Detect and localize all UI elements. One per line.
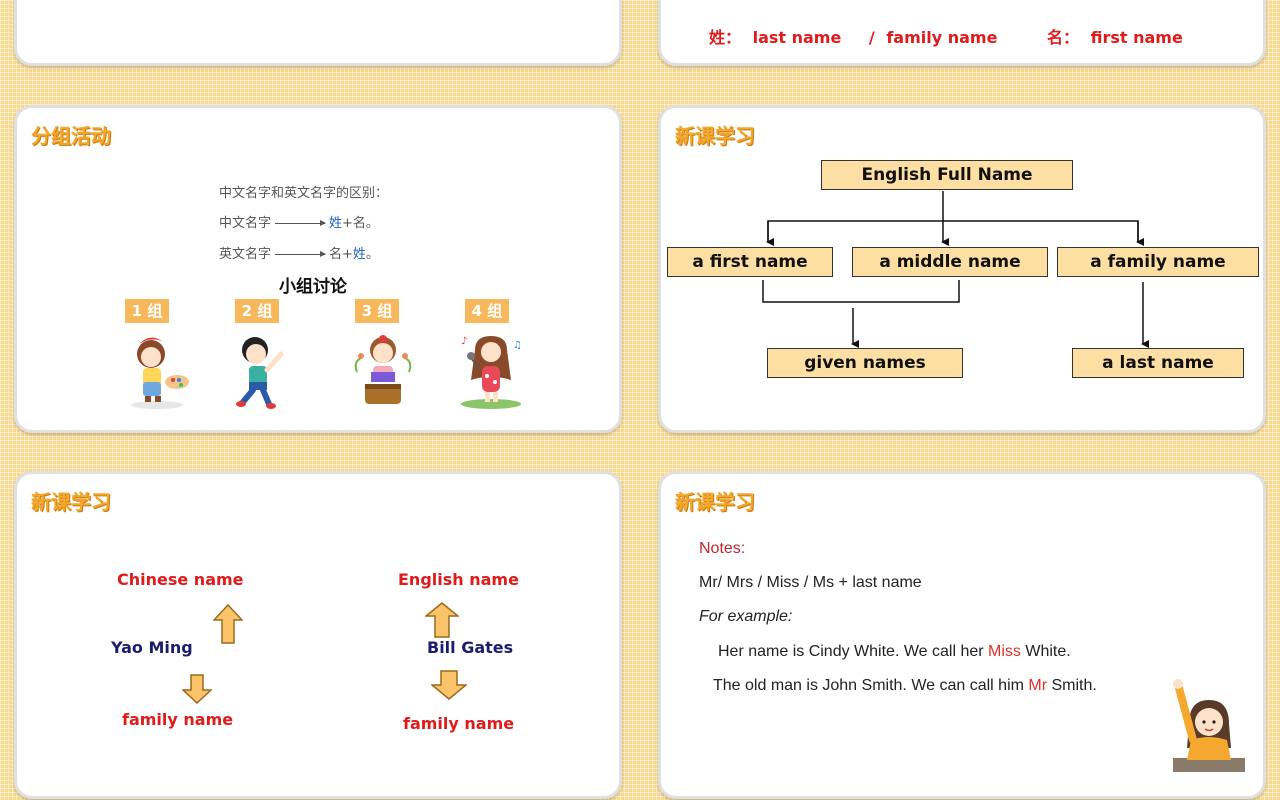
box-given-names: given names [767, 348, 963, 378]
family-name-term: family name [886, 28, 998, 47]
family-name-label-en: family name [403, 714, 515, 733]
slash: / [868, 28, 875, 47]
group-badge-4: 4 组 [465, 299, 509, 323]
arrow-up-icon [425, 602, 459, 638]
box-last-name: a last name [1072, 348, 1244, 378]
arrow-up-icon [213, 604, 243, 644]
discussion-heading: 小组讨论 [279, 277, 347, 297]
example-2-end: Smith. [1047, 677, 1097, 694]
example-sentence-1: Her name is Cindy White. We call her Mis… [718, 643, 1071, 661]
surname-word: 姓 [352, 247, 366, 262]
svg-text:♫: ♫ [513, 340, 522, 351]
box-middle-name: a middle name [852, 247, 1048, 277]
surname-word: 姓 [329, 216, 343, 231]
title-rule: Mr/ Mrs / Miss / Ms + last name [699, 574, 922, 591]
slide-title: 新课学习 [31, 490, 111, 514]
running-boy-illustration [236, 337, 284, 409]
family-name-label-cn: family name [122, 710, 234, 729]
arrow-right-icon [275, 251, 327, 257]
xing-label: 姓： [709, 28, 742, 47]
arrow-right-icon [275, 220, 327, 226]
english-name-label: English name [398, 570, 519, 589]
first-name-term: first name [1090, 28, 1183, 47]
title-miss: Miss [988, 643, 1021, 660]
english-name-rule: 英文名字 名+姓。 [219, 243, 379, 262]
notes-label: Notes: [699, 540, 746, 557]
name-terms-row: 姓： last name / family name 名： first name [709, 24, 1183, 48]
example-1-start: Her name is Cindy White. We call her [718, 643, 989, 660]
example-label: For example: [699, 608, 793, 625]
group-badge-1: 1 组 [125, 299, 169, 323]
arrow-down-icon [431, 670, 467, 700]
slide-title: 新课学习 [675, 490, 755, 514]
singing-girl-illustration: ♪ ♫ [461, 336, 522, 409]
slide-name-diagram: 新课学习 English Full Name a first name a mi… [658, 105, 1266, 433]
slide-title: 分组活动 [31, 124, 111, 148]
title-mr: Mr [1028, 677, 1048, 694]
chinese-name-label: Chinese name [117, 570, 244, 589]
example-sentence-2: The old man is John Smith. We can call h… [713, 677, 1097, 695]
example-1-end: White. [1020, 643, 1071, 660]
chinese-name-label: 中文名字 [219, 216, 272, 231]
difference-heading: 中文名字和英文名字的区别： [219, 186, 389, 201]
english-name-label: 英文名字 [219, 247, 272, 262]
box-family-name: a family name [1057, 247, 1259, 277]
group-badge-3: 3 组 [355, 299, 399, 323]
svg-text:♪: ♪ [461, 336, 467, 347]
last-name-term: last name [752, 28, 842, 47]
chinese-name-rule: 中文名字 姓+名。 [219, 212, 379, 231]
slide-title-notes: 新课学习 Notes: Mr/ Mrs / Miss / Ms + last n… [658, 471, 1266, 799]
slide-top-left [14, 0, 622, 66]
group-badge-2: 2 组 [235, 299, 279, 323]
teacher-girl-illustration [1173, 679, 1245, 772]
ming-label: 名： [1047, 28, 1080, 47]
example-2-start: The old man is John Smith. We can call h… [713, 677, 1029, 694]
box-english-full-name: English Full Name [821, 160, 1073, 190]
reading-girl-illustration [354, 335, 412, 404]
rule-head: 名+ [329, 247, 353, 262]
painting-girl-illustration [131, 337, 189, 409]
rule-tail: +名。 [342, 216, 379, 231]
rule-end: 。 [365, 247, 379, 262]
person-yao-ming: Yao Ming [111, 638, 193, 657]
slide-name-examples: 新课学习 Chinese name Yao Ming family name E… [14, 471, 622, 799]
slide-top-right: 姓： last name / family name 名： first name [658, 0, 1266, 66]
person-bill-gates: Bill Gates [427, 638, 514, 657]
box-first-name: a first name [667, 247, 833, 277]
arrow-down-icon [182, 674, 212, 704]
slide-group-activity: 分组活动 中文名字和英文名字的区别： 中文名字 姓+名。 英文名字 名+姓。 小组讨… [14, 105, 622, 433]
